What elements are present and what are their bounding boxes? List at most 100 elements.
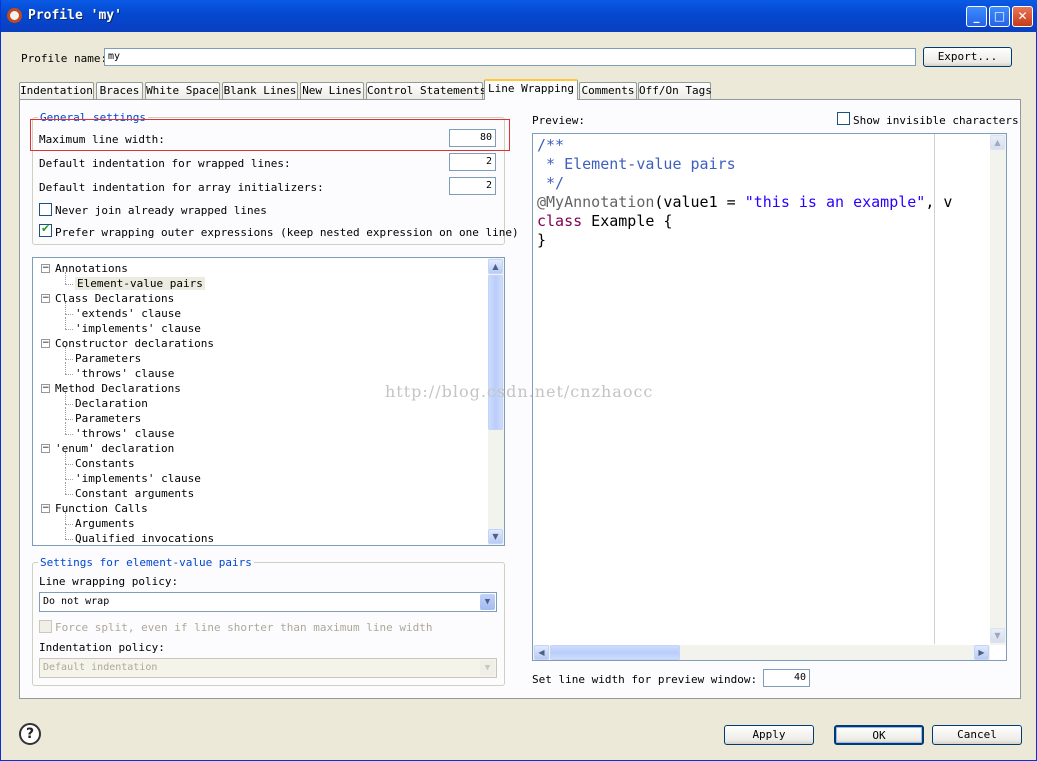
prefer-outer-checkbox[interactable] [39, 222, 52, 237]
default-indent-input[interactable]: 2 [449, 153, 496, 171]
tree-item[interactable]: Declaration [75, 397, 148, 410]
profile-dialog: Profile 'my' _ □ ✕ Profile name: my Expo… [0, 0, 1037, 761]
code-line: } [537, 231, 547, 249]
tree-connector [65, 284, 73, 285]
chevron-down-icon: ▼ [480, 660, 495, 676]
tab-off-on-tags[interactable]: Off/On Tags [638, 82, 712, 99]
tree-item[interactable]: 'implements' clause [75, 472, 201, 485]
cancel-button[interactable]: Cancel [932, 725, 1022, 745]
tree-expand-toggle-icon[interactable]: − [41, 444, 50, 453]
tree-connector [65, 359, 73, 360]
tree-expand-toggle-icon[interactable]: − [41, 339, 50, 348]
tree-item[interactable]: Constants [75, 457, 135, 470]
tree-expand-toggle-icon[interactable]: − [41, 504, 50, 513]
tree-item[interactable]: Element-value pairs [75, 277, 205, 290]
tree-connector [65, 479, 73, 480]
tree-item[interactable]: Parameters [75, 412, 141, 425]
preview-line-width-label: Set line width for preview window: [532, 673, 758, 686]
never-join-label: Never join already wrapped lines [55, 204, 267, 217]
tree-connector [65, 347, 66, 359]
scroll-up-icon[interactable]: ▲ [488, 259, 503, 274]
tree-category[interactable]: Method Declarations [55, 382, 181, 395]
preview-label: Preview: [532, 114, 585, 127]
code-line-class: class Example { [537, 212, 673, 230]
scroll-left-icon[interactable]: ◀ [534, 645, 549, 660]
wrapping-policy-value: Do not wrap [43, 596, 110, 607]
tree-connector [65, 494, 73, 495]
tab-indentation[interactable]: Indentation [19, 82, 94, 99]
tab-blank-lines[interactable]: Blank Lines [222, 82, 298, 99]
indentation-policy-value: Default indentation [43, 662, 158, 673]
tree-category[interactable]: 'enum' declaration [55, 442, 174, 455]
wrapping-policy-label: Line wrapping policy: [39, 575, 179, 588]
tree-connector [65, 482, 66, 494]
preview-vscrollbar[interactable] [990, 134, 1006, 645]
tab-braces[interactable]: Braces [96, 82, 143, 99]
ok-button[interactable]: OK [834, 725, 924, 745]
scroll-down-icon[interactable]: ▼ [488, 529, 503, 544]
preview-line-width-input[interactable]: 40 [763, 669, 810, 687]
scroll-down-icon[interactable]: ▼ [990, 628, 1005, 643]
help-icon[interactable]: ? [19, 723, 41, 745]
tree-category[interactable]: Function Calls [55, 502, 148, 515]
tree-scroll-thumb[interactable] [488, 275, 503, 430]
indentation-policy-select: Default indentation ▼ [39, 658, 497, 678]
show-invisible-checkbox[interactable] [837, 112, 850, 125]
tree-category[interactable]: Constructor declarations [55, 337, 214, 350]
array-indent-label: Default indentation for array initialize… [39, 181, 324, 194]
code-line: /** [537, 136, 565, 154]
tree-connector [65, 317, 66, 329]
highlight-box [30, 119, 510, 151]
watermark: http://blog.csdn.net/cnzhaocc [385, 382, 654, 401]
tree-item[interactable]: Constant arguments [75, 487, 194, 500]
scroll-up-icon[interactable]: ▲ [990, 135, 1005, 150]
tree-item[interactable]: 'throws' clause [75, 427, 174, 440]
tree-connector [65, 452, 66, 464]
tab-white-space[interactable]: White Space [145, 82, 220, 99]
code-line: * Element-value pairs [537, 155, 736, 173]
tree-expand-toggle-icon[interactable]: − [41, 264, 50, 273]
code-line: */ [537, 174, 565, 192]
close-button[interactable]: ✕ [1012, 6, 1033, 27]
maximize-button[interactable]: □ [989, 6, 1010, 27]
show-invisible-label: Show invisible characters [853, 114, 1019, 127]
tree-connector [65, 404, 73, 405]
tab-control-statements[interactable]: Control Statements [366, 82, 486, 99]
code-line-annotation: @MyAnnotation(value1 = "this is an examp… [537, 193, 953, 211]
title-bar[interactable]: Profile 'my' _ □ ✕ [1, 0, 1037, 32]
profile-name-label: Profile name: [21, 52, 108, 65]
preview-hscroll-thumb[interactable] [550, 645, 680, 660]
profile-name-input[interactable]: my [104, 48, 916, 66]
eclipse-gear-icon [7, 8, 22, 23]
tree-expand-toggle-icon[interactable]: − [41, 294, 50, 303]
never-join-checkbox[interactable] [39, 203, 52, 216]
wrapping-policy-select[interactable]: Do not wrap ▼ [39, 592, 497, 612]
export-button[interactable]: Export... [923, 47, 1012, 67]
tab-line-wrapping[interactable]: Line Wrapping [484, 79, 578, 100]
tree-connector [65, 314, 73, 315]
tab-new-lines[interactable]: New Lines [300, 82, 364, 99]
window-title: Profile 'my' [28, 8, 122, 23]
force-split-label: Force split, even if line shorter than m… [55, 621, 433, 634]
indentation-policy-label: Indentation policy: [39, 641, 165, 654]
scroll-right-icon[interactable]: ▶ [974, 645, 989, 660]
tree-item[interactable]: Arguments [75, 517, 135, 530]
tree-item[interactable]: Parameters [75, 352, 141, 365]
tree-connector [65, 524, 73, 525]
minimize-button[interactable]: _ [966, 6, 987, 27]
tree-connector [65, 539, 73, 540]
tree-connector [65, 329, 73, 330]
tab-comments[interactable]: Comments [579, 82, 637, 99]
tree-item[interactable]: 'throws' clause [75, 367, 174, 380]
tree-item[interactable]: 'implements' clause [75, 322, 201, 335]
array-indent-input[interactable]: 2 [449, 177, 496, 195]
tree-category[interactable]: Class Declarations [55, 292, 174, 305]
category-tree[interactable]: − Annotations Element-value pairs − Class De… [32, 257, 505, 546]
apply-button[interactable]: Apply [724, 725, 814, 745]
tree-item[interactable]: Qualified invocations [75, 532, 214, 545]
element-settings-title: Settings for element-value pairs [38, 556, 254, 569]
tree-expand-toggle-icon[interactable]: − [41, 384, 50, 393]
tree-connector [65, 464, 73, 465]
tree-item[interactable]: 'extends' clause [75, 307, 181, 320]
chevron-down-icon[interactable]: ▼ [480, 594, 495, 610]
